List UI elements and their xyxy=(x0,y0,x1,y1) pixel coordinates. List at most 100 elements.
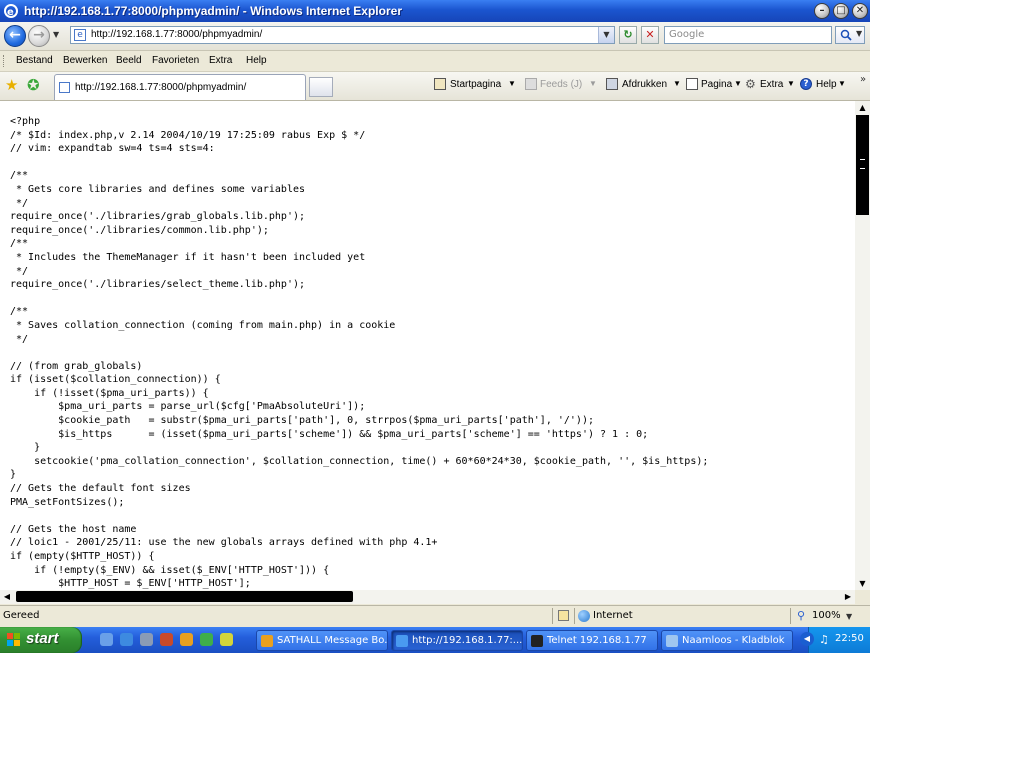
source-code: <?php /* $Id: index.php,v 2.14 2004/10/1… xyxy=(10,116,709,590)
status-divider xyxy=(574,608,575,624)
security-zone[interactable]: Internet xyxy=(593,610,633,621)
firefox-icon[interactable] xyxy=(180,633,193,646)
menu-tools[interactable]: Extra xyxy=(209,55,232,66)
feeds-dropdown-icon[interactable]: ▼ xyxy=(589,79,597,88)
help-icon: ? xyxy=(800,78,812,90)
help-dropdown-icon[interactable]: ▼ xyxy=(838,79,846,88)
notepad-icon xyxy=(666,635,678,647)
vertical-scroll-thumb[interactable] xyxy=(856,115,869,215)
internet-explorer-icon[interactable] xyxy=(120,633,133,646)
browser-icon xyxy=(261,635,273,647)
address-input[interactable]: e http://192.168.1.77:8000/phpmyadmin/ ▼ xyxy=(70,26,615,44)
status-text: Gereed xyxy=(3,610,40,621)
print-button[interactable]: Afdrukken xyxy=(622,79,667,90)
address-dropdown-icon[interactable]: ▼ xyxy=(598,27,614,43)
search-button[interactable]: ▼ xyxy=(835,26,865,44)
new-tab-button[interactable] xyxy=(309,77,333,97)
home-dropdown-icon[interactable]: ▼ xyxy=(508,79,516,88)
tab-label: http://192.168.1.77:8000/phpmyadmin/ xyxy=(75,82,247,93)
toolbar-overflow-icon[interactable]: » xyxy=(860,74,866,85)
tray-expand-icon[interactable]: ◀ xyxy=(800,632,814,646)
back-arrow-icon: ← xyxy=(9,27,21,43)
address-url: http://192.168.1.77:8000/phpmyadmin/ xyxy=(91,29,263,40)
history-dropdown-icon[interactable]: ▼ xyxy=(53,30,59,39)
zoom-dropdown-icon[interactable]: ▼ xyxy=(846,612,852,621)
tab-bar: ★ ✪ http://192.168.1.77:8000/phpmyadmin/… xyxy=(0,72,870,101)
grip-icon xyxy=(860,159,865,169)
explorer-icon[interactable] xyxy=(140,633,153,646)
media-player-icon[interactable] xyxy=(160,633,173,646)
tools-menu-button[interactable]: Extra xyxy=(760,79,783,90)
page-menu-icon xyxy=(686,78,698,90)
feeds-button[interactable]: Feeds (J) xyxy=(540,79,582,90)
scroll-up-icon[interactable]: ▲ xyxy=(855,101,870,114)
taskbar-button-label: SATHALL Message Bo... xyxy=(277,635,388,646)
volume-icon[interactable]: ♫ xyxy=(819,633,829,646)
page-content: <?php /* $Id: index.php,v 2.14 2004/10/1… xyxy=(0,101,855,590)
show-desktop-icon[interactable] xyxy=(100,633,113,646)
status-divider xyxy=(552,608,553,624)
menu-edit[interactable]: Bewerken xyxy=(63,55,107,66)
close-button[interactable]: ✕ xyxy=(852,3,868,19)
screen: e http://192.168.1.77:8000/phpmyadmin/ -… xyxy=(0,0,870,653)
start-button[interactable]: start xyxy=(0,627,82,653)
forward-arrow-icon: → xyxy=(33,27,45,43)
menu-file[interactable]: Bestand xyxy=(16,55,53,66)
taskbar-button-ie[interactable]: http://192.168.1.77:... xyxy=(391,630,523,651)
stop-icon: ✕ xyxy=(645,28,655,41)
scroll-corner xyxy=(855,590,870,604)
menu-favorites[interactable]: Favorieten xyxy=(152,55,199,66)
tab-page-icon xyxy=(59,82,70,93)
taskbar: start SATHALL Message Bo... http://192.1… xyxy=(0,627,870,653)
taskbar-button-message-board[interactable]: SATHALL Message Bo... xyxy=(256,630,388,651)
home-button[interactable]: Startpagina xyxy=(450,79,501,90)
scroll-down-icon[interactable]: ▼ xyxy=(855,577,870,590)
add-favorite-icon[interactable]: ✪ xyxy=(27,76,40,94)
print-icon[interactable] xyxy=(606,78,618,90)
home-icon[interactable] xyxy=(434,78,446,90)
back-button[interactable]: ← xyxy=(4,25,26,47)
horizontal-scrollbar[interactable]: ◀ ▶ xyxy=(0,590,855,604)
menu-view[interactable]: Beeld xyxy=(116,55,142,66)
clock: 22:50 xyxy=(835,633,864,644)
print-dropdown-icon[interactable]: ▼ xyxy=(673,79,681,88)
internet-explorer-icon: e xyxy=(4,4,18,18)
minimize-button[interactable]: – xyxy=(814,3,830,19)
favorites-star-icon[interactable]: ★ xyxy=(5,76,18,94)
system-tray: ◀ ♫ 22:50 xyxy=(800,627,870,653)
protected-mode-icon xyxy=(558,610,569,621)
terminal-icon xyxy=(531,635,543,647)
start-label: start xyxy=(26,630,59,647)
horizontal-scroll-thumb[interactable] xyxy=(16,591,353,602)
toolbar-grip[interactable] xyxy=(3,55,6,67)
maximize-button[interactable]: □ xyxy=(833,3,849,19)
scroll-right-icon[interactable]: ▶ xyxy=(841,590,855,604)
help-menu-button[interactable]: Help xyxy=(816,79,837,90)
taskbar-button-telnet[interactable]: Telnet 192.168.1.77 xyxy=(526,630,658,651)
vertical-scrollbar[interactable]: ▲ ▼ xyxy=(855,101,870,590)
scroll-left-icon[interactable]: ◀ xyxy=(0,590,14,604)
menu-bar: Bestand Bewerken Beeld Favorieten Extra … xyxy=(0,51,870,72)
taskbar-button-notepad[interactable]: Naamloos - Kladblok xyxy=(661,630,793,651)
app-icon[interactable] xyxy=(220,633,233,646)
refresh-button[interactable]: ↻ xyxy=(619,26,637,44)
search-options-icon[interactable]: ▼ xyxy=(856,29,862,38)
zoom-icon: ⚲ xyxy=(797,609,806,622)
tab-active[interactable]: http://192.168.1.77:8000/phpmyadmin/ xyxy=(54,74,306,100)
stop-button[interactable]: ✕ xyxy=(641,26,659,44)
page-icon: e xyxy=(74,29,86,41)
internet-explorer-icon xyxy=(396,635,408,647)
forward-button[interactable]: → xyxy=(28,25,50,47)
menu-help[interactable]: Help xyxy=(246,55,267,66)
status-divider xyxy=(790,608,791,624)
status-bar: Gereed Internet ⚲ 100% ▼ xyxy=(0,605,870,627)
search-input[interactable]: Google xyxy=(664,26,832,44)
messenger-icon[interactable] xyxy=(200,633,213,646)
svg-text:e: e xyxy=(7,7,14,18)
feeds-icon xyxy=(525,78,537,90)
page-menu-button[interactable]: Pagina xyxy=(701,79,732,90)
tools-dropdown-icon[interactable]: ▼ xyxy=(787,79,795,88)
window-title: http://192.168.1.77:8000/phpmyadmin/ - W… xyxy=(24,4,402,18)
zoom-level[interactable]: 100% xyxy=(812,610,841,621)
page-dropdown-icon[interactable]: ▼ xyxy=(734,79,742,88)
